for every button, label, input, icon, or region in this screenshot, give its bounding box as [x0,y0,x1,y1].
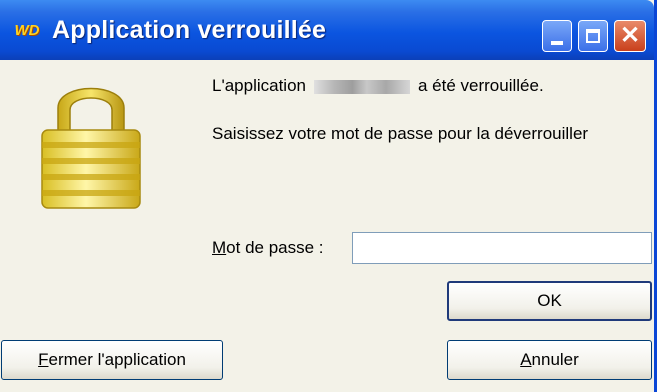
ok-button[interactable]: OK [447,281,652,321]
close-application-button[interactable]: Fermer l'application [1,340,223,380]
cancel-button[interactable]: Annuler [447,340,652,380]
maximize-button[interactable] [578,20,608,52]
app-logo-icon: WD [8,19,46,41]
instruction-text: Saisissez votre mot de passe pour la dév… [212,124,589,143]
minimize-button[interactable] [542,20,572,52]
window-title: Application verrouillée [52,15,327,44]
password-label: Mot de passe : [212,238,324,257]
ok-button-label: OK [537,291,562,310]
close-icon: ✕ [619,22,641,49]
app-logo-text: WD [14,21,40,39]
minimize-icon [551,41,563,45]
message-after: a été verrouillée. [417,76,544,95]
redacted-app-name [313,79,410,94]
maximize-icon [586,29,600,43]
message-before: L'application [212,76,306,95]
padlock-icon [36,72,146,212]
password-field[interactable] [352,232,652,264]
title-bar[interactable]: WD Application verrouillée ✕ [0,0,654,60]
locked-message: L'application a été verrouillée. [212,76,544,96]
close-window-button[interactable]: ✕ [614,20,646,52]
lock-dialog-window: WD Application verrouillée ✕ L'applicati… [0,0,657,392]
